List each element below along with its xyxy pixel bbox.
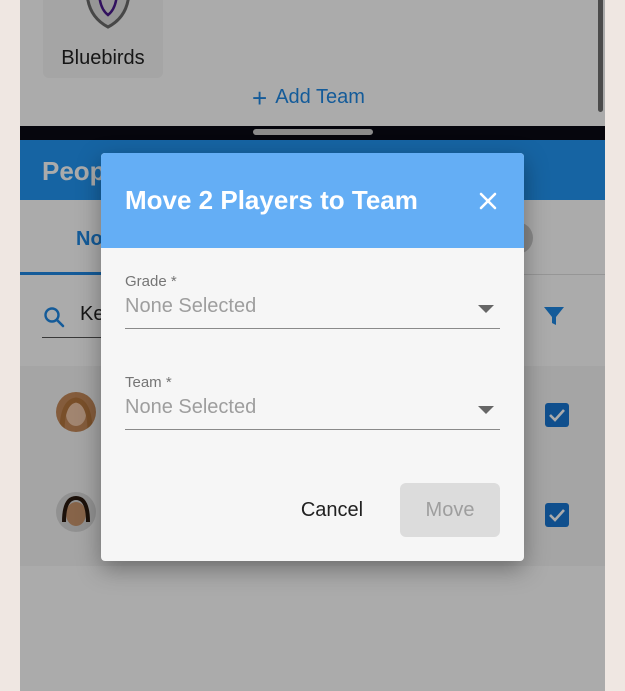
move-button[interactable]: Move — [400, 483, 500, 537]
grade-underline — [125, 328, 500, 329]
team-select[interactable]: Team * None Selected — [125, 374, 500, 436]
move-players-dialog: Move 2 Players to Team Grade * None Sele… — [101, 153, 524, 561]
grade-label: Grade * — [125, 273, 177, 290]
chevron-down-icon — [478, 406, 494, 414]
cancel-button[interactable]: Cancel — [282, 484, 382, 536]
team-underline — [125, 429, 500, 430]
dialog-title: Move 2 Players to Team — [125, 185, 418, 215]
grade-value: None Selected — [125, 295, 257, 317]
chevron-down-icon — [478, 305, 494, 313]
dialog-header: Move 2 Players to Team — [101, 153, 524, 248]
grade-select[interactable]: Grade * None Selected — [125, 273, 500, 335]
close-icon[interactable] — [473, 186, 503, 216]
team-value: None Selected — [125, 396, 257, 418]
team-label: Team * — [125, 374, 172, 391]
